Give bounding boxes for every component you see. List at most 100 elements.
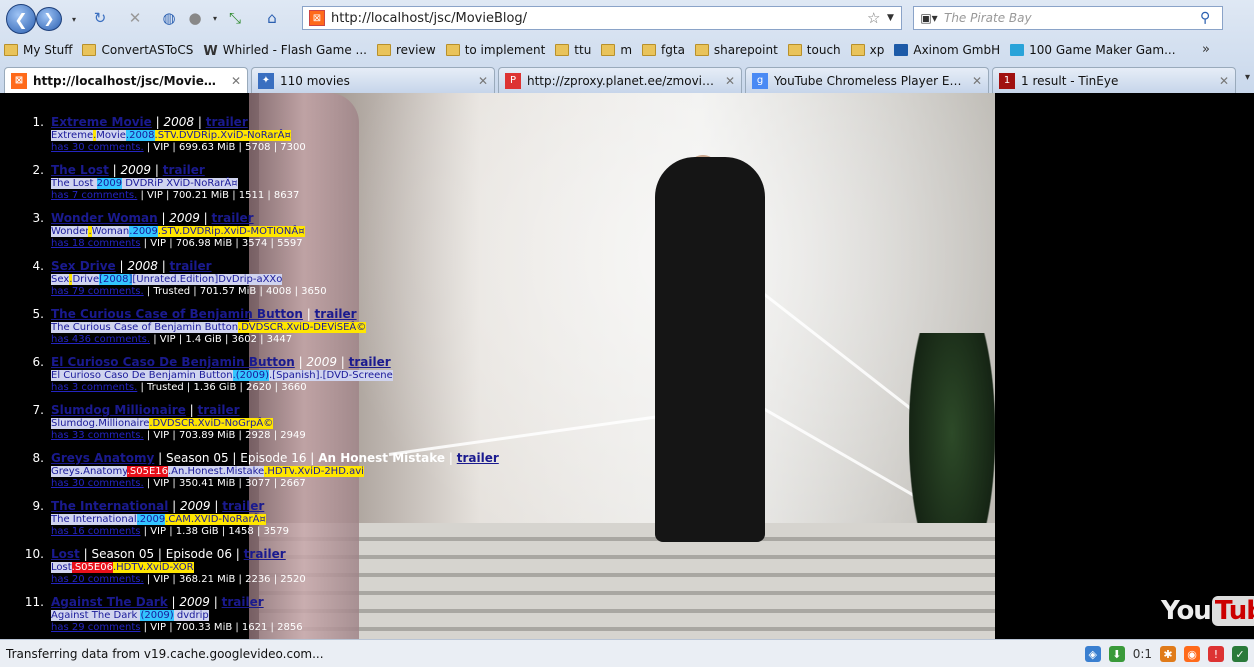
release-name[interactable]: Against The Dark (2009) dvdrip xyxy=(51,610,622,622)
trailer-link[interactable]: trailer xyxy=(163,163,205,177)
trailer-link[interactable]: trailer xyxy=(222,499,264,513)
release-name[interactable]: Extreme.Movie.2008.STV.DVDRip.XviD-NoRar… xyxy=(51,130,622,142)
movie-title-link[interactable]: The Curious Case of Benjamin Button xyxy=(51,307,303,321)
forward-button[interactable]: ❯ xyxy=(36,7,62,31)
bookmark-item[interactable]: My Stuff xyxy=(4,43,72,57)
bookmark-item[interactable]: ttu xyxy=(555,43,591,57)
trailer-link[interactable]: trailer xyxy=(349,355,391,369)
comments-link[interactable]: has 16 comments xyxy=(51,526,140,537)
close-tab-icon[interactable]: ✕ xyxy=(231,74,241,88)
release-name[interactable]: Sex.Drive[2008][Unrated.Edition]DvDrip-a… xyxy=(51,274,622,286)
addon-circle-icon[interactable]: ● xyxy=(185,8,205,28)
trailer-link[interactable]: trailer xyxy=(170,259,212,273)
bookmarks-more-button[interactable]: » xyxy=(1202,42,1210,57)
bookmark-item[interactable]: Axinom GmbH xyxy=(894,43,1000,57)
resize-arrow-icon[interactable]: ⤡ xyxy=(225,8,245,28)
movie-title-link[interactable]: Greys Anatomy xyxy=(51,451,154,465)
bookmark-item[interactable]: review xyxy=(377,43,436,57)
trailer-link[interactable]: trailer xyxy=(315,307,357,321)
comments-link[interactable]: has 79 comments. xyxy=(51,286,144,297)
release-name[interactable]: El Curioso Caso De Benjamin Button.(2009… xyxy=(51,370,622,382)
home-icon[interactable]: ⌂ xyxy=(262,8,282,28)
address-bar[interactable]: ⊠ http://localhost/jsc/MovieBlog/ ☆ ▼ xyxy=(302,6,902,30)
url-dropdown-icon[interactable]: ▼ xyxy=(887,13,901,23)
search-icon[interactable]: ⚲ xyxy=(1200,10,1222,26)
bookmark-item[interactable]: W Whirled - Flash Game ... xyxy=(203,43,367,59)
bookmark-item[interactable]: xp xyxy=(850,43,884,57)
firefox-icon[interactable]: ◉ xyxy=(1184,646,1200,662)
bookmark-item[interactable]: touch xyxy=(787,43,841,57)
back-button[interactable]: ❮ xyxy=(6,4,36,34)
movie-title-link[interactable]: Wonder Woman xyxy=(51,211,158,225)
movie-year: 2009 xyxy=(306,355,337,369)
separator: | xyxy=(143,286,154,297)
comments-link[interactable]: has 3 comments. xyxy=(51,382,137,393)
close-tab-icon[interactable]: ✕ xyxy=(1219,74,1229,88)
movie-title-link[interactable]: Extreme Movie xyxy=(51,115,152,129)
tab[interactable]: ✦ 110 movies ✕ xyxy=(251,67,495,93)
bookmark-star-icon[interactable]: ☆ xyxy=(867,9,887,27)
addon-download-icon[interactable]: ⬇ xyxy=(1108,646,1125,662)
comments-link[interactable]: has 18 comments xyxy=(51,238,140,249)
stop-icon[interactable]: ✕ xyxy=(125,8,145,28)
trailer-link[interactable]: trailer xyxy=(198,403,240,417)
address-bar-url[interactable]: http://localhost/jsc/MovieBlog/ xyxy=(331,11,867,26)
trailer-link[interactable]: trailer xyxy=(222,595,264,609)
tab[interactable]: 1 1 result - TinEye ✕ xyxy=(992,67,1236,93)
release-segment: El Curioso Caso De Benjamin Button xyxy=(51,370,233,381)
movie-title-link[interactable]: The Lost xyxy=(51,163,109,177)
addon-dropdown-icon[interactable]: ▾ xyxy=(205,8,225,28)
firebug-icon[interactable]: ✱ xyxy=(1160,646,1176,662)
addon-alert-icon[interactable]: ! xyxy=(1208,646,1224,662)
tab[interactable]: ⊠ http://localhost/jsc/MovieBlog/ ✕ xyxy=(4,67,248,93)
comments-link[interactable]: has 30 comments. xyxy=(51,478,144,489)
bookmark-item[interactable]: ConvertASToCS xyxy=(82,43,193,57)
movie-title-link[interactable]: Lost xyxy=(51,547,80,561)
release-name[interactable]: Lost.S05E06.HDTV.XviD-XOR xyxy=(51,562,622,574)
youtube-logo[interactable]: YouTube xyxy=(1161,596,1254,626)
movie-title-link[interactable]: El Curioso Caso De Benjamin Button xyxy=(51,355,295,369)
release-segment: .DVDRip xyxy=(179,226,221,237)
comments-link[interactable]: has 30 comments. xyxy=(51,142,144,153)
movie-title-link[interactable]: Against The Dark xyxy=(51,595,168,609)
addon-globe-icon[interactable]: ◍ xyxy=(159,8,179,28)
close-tab-icon[interactable]: ✕ xyxy=(478,74,488,88)
bookmark-item[interactable]: fgta xyxy=(642,43,685,57)
release-name[interactable]: The Curious Case of Benjamin Button.DVDS… xyxy=(51,322,622,334)
comments-link[interactable]: has 7 comments. xyxy=(51,190,137,201)
torrent-meta: has 436 comments. | VIP | 1.4 GiB | 3602… xyxy=(51,334,622,346)
trailer-link[interactable]: trailer xyxy=(244,547,286,561)
search-input[interactable]: The Pirate Bay xyxy=(944,11,1200,25)
release-name[interactable]: The Lost 2009 DVDRiP XViD-NoRarÂ¤ xyxy=(51,178,622,190)
bookmark-item[interactable]: sharepoint xyxy=(694,43,778,57)
search-engine-icon[interactable]: ▣▾ xyxy=(914,11,944,25)
tab[interactable]: Phttp://zproxy.planet.ee/zmovies/ ✕ xyxy=(498,67,742,93)
movie-title-link[interactable]: Slumdog Millionaire xyxy=(51,403,186,417)
release-name[interactable]: Greys.Anatomy.S05E16.An.Honest.Mistake.H… xyxy=(51,466,622,478)
movie-title-link[interactable]: Sex Drive xyxy=(51,259,116,273)
comments-link[interactable]: has 436 comments. xyxy=(51,334,150,345)
comments-link[interactable]: has 33 comments. xyxy=(51,430,144,441)
search-box[interactable]: ▣▾ The Pirate Bay ⚲ xyxy=(913,6,1223,30)
reload-icon[interactable]: ↻ xyxy=(90,8,110,28)
trailer-link[interactable]: trailer xyxy=(212,211,254,225)
release-name[interactable]: Slumdog.Millionaire.DVDSCR.XviD-NoGrpÂ© xyxy=(51,418,622,430)
release-name[interactable]: The International.2009.CAM.XVID-NoRarÂ¤ xyxy=(51,514,622,526)
trailer-link[interactable]: trailer xyxy=(206,115,248,129)
close-tab-icon[interactable]: ✕ xyxy=(725,74,735,88)
tab-list-icon[interactable]: ▾ xyxy=(1245,72,1250,83)
addon-monitor-icon[interactable]: ◈ xyxy=(1084,646,1101,662)
bookmark-item[interactable]: to implement xyxy=(445,43,545,57)
bookmark-item[interactable]: m xyxy=(601,43,632,57)
comments-link[interactable]: has 20 comments. xyxy=(51,574,144,585)
comments-link[interactable]: has 29 comments xyxy=(51,622,140,633)
addon-shield-icon[interactable]: ✓ xyxy=(1232,646,1248,662)
close-tab-icon[interactable]: ✕ xyxy=(972,74,982,88)
separator: | xyxy=(294,355,307,369)
release-name[interactable]: Wonder.Woman.2009.STV.DVDRip.XviD-MOTION… xyxy=(51,226,622,238)
trailer-link[interactable]: trailer xyxy=(457,451,499,465)
tab[interactable]: g YouTube Chromeless Player Examp... ✕ xyxy=(745,67,989,93)
bookmark-item[interactable]: 100 Game Maker Gam... xyxy=(1010,43,1176,57)
history-dropdown-icon[interactable]: ▾ xyxy=(64,9,84,29)
movie-title-link[interactable]: The International xyxy=(51,499,168,513)
